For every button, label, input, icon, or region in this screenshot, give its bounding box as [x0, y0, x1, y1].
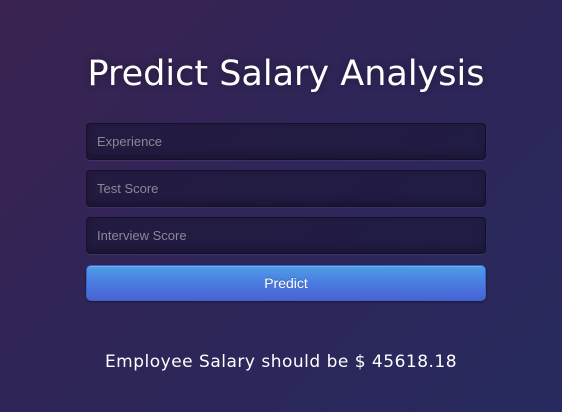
page-title: Predict Salary Analysis [87, 54, 485, 94]
prediction-result-text: Employee Salary should be $ 45618.18 [104, 352, 458, 372]
interview-score-input[interactable] [86, 217, 486, 254]
predict-button[interactable]: Predict [86, 265, 486, 301]
test-score-input[interactable] [86, 170, 486, 207]
experience-input[interactable] [86, 123, 486, 160]
